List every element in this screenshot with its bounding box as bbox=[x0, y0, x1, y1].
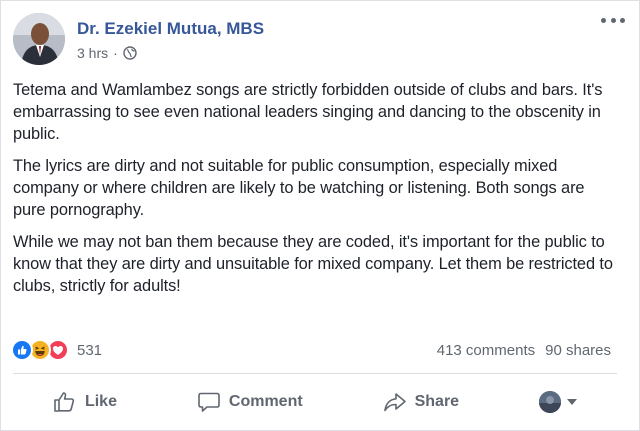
facebook-post-card: Dr. Ezekiel Mutua, MBS 3 hrs · Tetema an… bbox=[0, 0, 640, 431]
more-dot-icon bbox=[610, 17, 616, 23]
reaction-count: 531 bbox=[77, 341, 103, 359]
share-button[interactable]: Share bbox=[383, 391, 459, 413]
author-name[interactable]: Dr. Ezekiel Mutua, MBS bbox=[77, 19, 264, 39]
post-paragraph: The lyrics are dirty and not suitable fo… bbox=[13, 157, 585, 219]
chevron-down-icon bbox=[566, 399, 577, 405]
more-options-button[interactable] bbox=[601, 13, 625, 27]
react-as-selector[interactable] bbox=[538, 391, 577, 413]
like-button[interactable]: Like bbox=[53, 391, 117, 413]
post-stats: 531 413 comments 90 shares bbox=[11, 337, 611, 363]
share-label: Share bbox=[414, 393, 460, 410]
post-timestamp[interactable]: 3 hrs bbox=[77, 45, 108, 61]
avatar-photo bbox=[13, 13, 65, 65]
post-paragraph: While we may not ban them because they a… bbox=[13, 233, 613, 295]
post-paragraph: Tetema and Wamlambez songs are strictly … bbox=[13, 81, 603, 143]
actions-divider bbox=[13, 373, 617, 374]
reactions-summary[interactable]: 531 bbox=[11, 339, 102, 361]
share-arrow-icon bbox=[383, 393, 406, 412]
speech-bubble-icon bbox=[198, 392, 220, 412]
globe-icon[interactable] bbox=[123, 46, 137, 60]
more-dot-icon bbox=[601, 17, 606, 23]
comments-count-link[interactable]: 413 comments bbox=[437, 342, 535, 359]
engagement-counts: 413 comments 90 shares bbox=[437, 342, 611, 359]
comment-button[interactable]: Comment bbox=[197, 391, 303, 413]
thumbs-up-icon bbox=[54, 392, 75, 412]
post-body: Tetema and Wamlambez songs are strictly … bbox=[13, 79, 617, 307]
comment-label: Comment bbox=[228, 393, 303, 410]
post-meta: 3 hrs · bbox=[77, 45, 137, 61]
more-dot-icon bbox=[620, 17, 625, 23]
like-label: Like bbox=[84, 393, 117, 410]
user-avatar bbox=[538, 391, 561, 413]
meta-separator: · bbox=[113, 45, 118, 61]
author-avatar[interactable] bbox=[13, 13, 65, 65]
post-actions-bar: Like Comment Share bbox=[13, 384, 617, 420]
post-header: Dr. Ezekiel Mutua, MBS 3 hrs · bbox=[13, 13, 613, 69]
shares-count-link[interactable]: 90 shares bbox=[545, 342, 611, 359]
like-reaction-icon bbox=[11, 339, 33, 361]
